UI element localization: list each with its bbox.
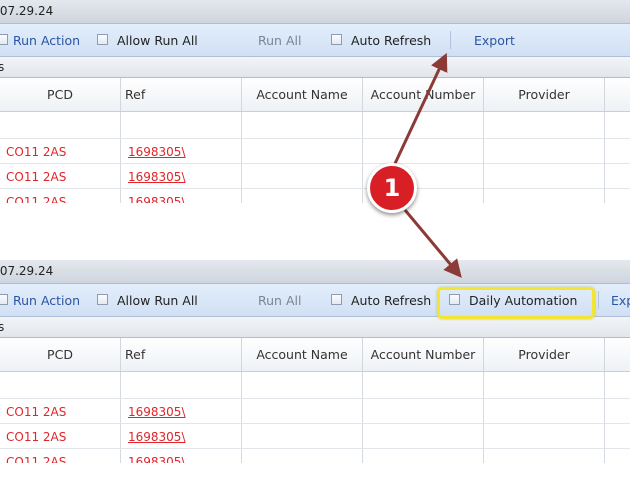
column-header-ref[interactable]: Ref [121,338,242,371]
table-row[interactable]: CO11 2AS 1698305\ [0,449,630,463]
window-titlebar: .07.29.24 [0,0,630,24]
window-titlebar: .07.29.24 [0,260,630,284]
auto-refresh-checkbox[interactable] [331,294,342,305]
table-row[interactable] [0,372,630,399]
group-label: s [0,320,5,334]
toolbar-separator [450,31,451,49]
column-header-row: PCD Ref Account Name Account Number Prov… [0,78,630,112]
run-action-checkbox[interactable] [0,294,8,305]
column-header-pcd[interactable]: PCD [0,78,121,111]
column-header-account-name[interactable]: Account Name [242,78,363,111]
group-row: s [0,317,630,338]
step-number-badge: 1 [367,163,417,213]
toolbar: Run Action Allow Run All Run All Auto Re… [0,24,630,57]
pcd-cell: CO11 2AS [6,170,67,184]
window-title: .07.29.24 [0,264,54,278]
allow-run-all-label[interactable]: Allow Run All [117,293,198,308]
run-action-button[interactable]: Run Action [13,293,80,308]
column-header-pcd[interactable]: PCD [0,338,121,371]
ref-link[interactable]: 1698305\ [128,195,186,203]
run-action-checkbox[interactable] [0,34,8,45]
group-row: s [0,57,630,78]
table-row[interactable]: CO11 2AS 1698305\ [0,399,630,424]
daily-automation-highlight [437,287,595,319]
export-button[interactable]: Export [474,33,515,48]
table-row[interactable]: CO11 2AS 1698305\ [0,164,630,189]
column-header-account-name[interactable]: Account Name [242,338,363,371]
ref-link[interactable]: 1698305\ [128,145,186,159]
allow-run-all-checkbox[interactable] [97,34,108,45]
auto-refresh-label[interactable]: Auto Refresh [351,33,431,48]
group-label: s [0,60,5,74]
ref-link[interactable]: 1698305\ [128,405,186,419]
allow-run-all-label[interactable]: Allow Run All [117,33,198,48]
ref-link[interactable]: 1698305\ [128,455,186,463]
allow-run-all-checkbox[interactable] [97,294,108,305]
table-row[interactable]: CO11 2AS 1698305\ [0,189,630,203]
pcd-cell: CO11 2AS [6,145,67,159]
window-title: .07.29.24 [0,4,54,18]
pcd-cell: CO11 2AS [6,455,67,463]
auto-refresh-checkbox[interactable] [331,34,342,45]
toolbar-separator [598,291,599,309]
column-header-row: PCD Ref Account Name Account Number Prov… [0,338,630,372]
column-header-provider[interactable]: Provider [484,78,605,111]
table-row[interactable] [0,112,630,139]
auto-refresh-label[interactable]: Auto Refresh [351,293,431,308]
pcd-cell: CO11 2AS [6,195,67,203]
ref-link[interactable]: 1698305\ [128,430,186,444]
grid-panel-before: .07.29.24 Run Action Allow Run All Run A… [0,0,630,203]
column-header-provider[interactable]: Provider [484,338,605,371]
table-row[interactable]: CO11 2AS 1698305\ [0,139,630,164]
column-header-ref[interactable]: Ref [121,78,242,111]
column-header-account-number[interactable]: Account Number [363,78,484,111]
run-action-button[interactable]: Run Action [13,33,80,48]
run-all-button[interactable]: Run All [258,33,301,48]
pcd-cell: CO11 2AS [6,405,67,419]
table-row[interactable]: CO11 2AS 1698305\ [0,424,630,449]
ref-link[interactable]: 1698305\ [128,170,186,184]
run-all-button[interactable]: Run All [258,293,301,308]
column-header-account-number[interactable]: Account Number [363,338,484,371]
export-button[interactable]: Exp [611,293,630,308]
pcd-cell: CO11 2AS [6,430,67,444]
